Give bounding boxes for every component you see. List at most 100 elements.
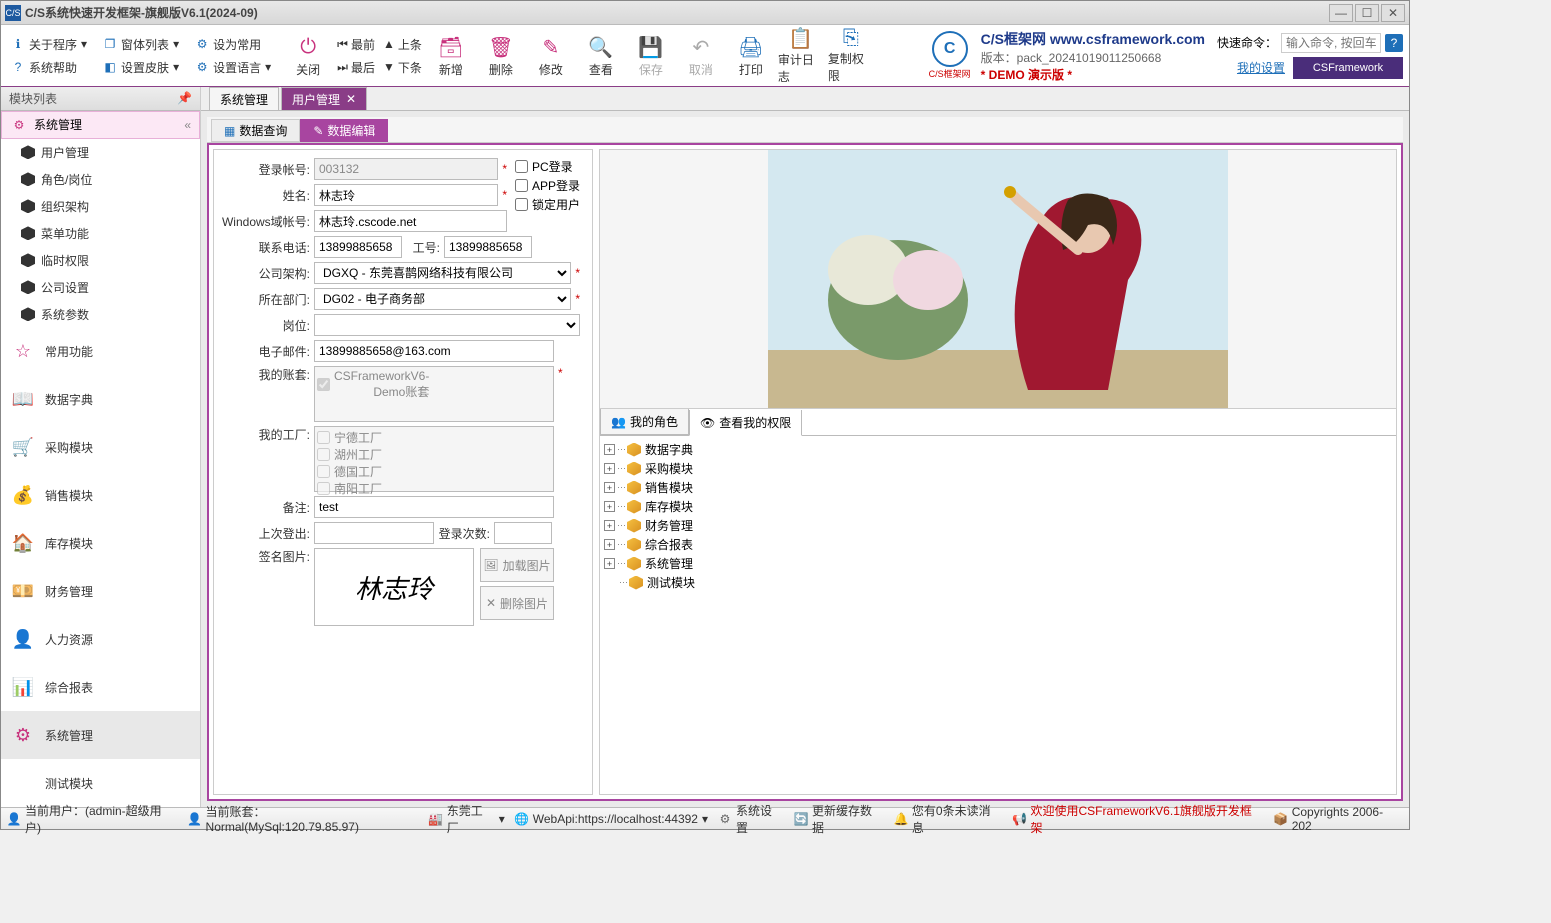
expand-icon[interactable]: + [604,463,615,474]
copyperm-button[interactable]: ⎘复制权限 [826,28,876,84]
nav-last[interactable]: ⏭最后 [337,59,375,76]
nav-icon: 💰 [9,481,37,509]
setlang-menu[interactable]: ⚙设置语言 ▾ [191,57,275,78]
cmd-help-button[interactable]: ? [1385,34,1403,52]
tree-node[interactable]: +⋯销售模块 [604,478,1392,497]
close-window-button[interactable]: ✕ [1381,4,1405,22]
pc-login-checkbox[interactable]: PC登录 [515,158,580,175]
module-icon [629,576,643,590]
edit-button[interactable]: ✎修改 [526,28,576,84]
sidebar-nav-0[interactable]: ☆常用功能 [1,327,200,375]
sidebar-nav-4[interactable]: 🏠库存模块 [1,519,200,567]
db-del-icon: 🗑 [487,33,515,61]
sidebar-tree-item[interactable]: 公司设置 [1,274,200,301]
view-button[interactable]: 🔍查看 [576,28,626,84]
nav-icon: 👤 [9,625,37,653]
remark-input[interactable] [314,496,554,518]
doc-tab-usermanage[interactable]: 用户管理✕ [281,87,367,110]
lastlogin-input[interactable] [314,522,434,544]
sidebar-nav-2[interactable]: 🛒采购模块 [1,423,200,471]
tree-node[interactable]: +⋯系统管理 [604,554,1392,573]
company-select[interactable]: DGXQ - 东莞喜鹊网络科技有限公司 [314,262,571,284]
expand-icon[interactable]: + [604,558,615,569]
expand-icon[interactable]: + [604,444,615,455]
sidebar-nav-9[interactable]: 测试模块 [1,759,200,807]
logincount-input[interactable] [494,522,552,544]
expand-icon[interactable]: + [604,520,615,531]
lock-user-checkbox[interactable]: 锁定用户 [515,196,580,213]
my-settings-link[interactable]: 我的设置 [1237,59,1285,76]
permission-tree[interactable]: +⋯数据字典+⋯采购模块+⋯销售模块+⋯库存模块+⋯财务管理+⋯综合报表+⋯系统… [600,435,1396,794]
save-button[interactable]: 💾保存 [626,28,676,84]
dept-select[interactable]: DG02 - 电子商务部 [314,288,571,310]
factory-listbox[interactable]: 宁德工厂湖州工厂德国工厂南阳工厂 [314,426,554,492]
sidebar-nav-6[interactable]: 👤人力资源 [1,615,200,663]
status-syssetting[interactable]: ⚙系统设置 [718,802,784,836]
expand-icon[interactable]: + [604,482,615,493]
quick-command-input[interactable] [1281,33,1381,53]
sidebar-tree-item[interactable]: 临时权限 [1,247,200,274]
doc-tab-sysmanage[interactable]: 系统管理 [209,87,279,110]
ledger-listbox[interactable]: CSFrameworkV6-Demo账套 [314,366,554,422]
sidebar-nav-7[interactable]: 📊综合报表 [1,663,200,711]
tree-node[interactable]: ⋯测试模块 [604,573,1392,592]
status-messages[interactable]: 🔔您有0条未读消息 [894,802,1003,836]
sidebar-group-sysmanage[interactable]: ⚙ 系统管理 « [1,111,200,139]
close-tab-icon[interactable]: ✕ [346,92,356,106]
sidebar-nav-8[interactable]: ⚙系统管理 [1,711,200,759]
tree-node[interactable]: +⋯数据字典 [604,440,1392,459]
setdefault-menu[interactable]: ⚙设为常用 [191,34,275,55]
windowlist-menu[interactable]: ❐窗体列表 ▾ [99,34,183,55]
sidebar-tree-item[interactable]: 用户管理 [1,139,200,166]
syshelp-menu[interactable]: ?系统帮助 [7,57,91,78]
load-image-button[interactable]: 🖼 加载图片 [480,548,554,582]
sidebar-tree-item[interactable]: 系统参数 [1,301,200,327]
tree-node[interactable]: +⋯综合报表 [604,535,1392,554]
app-login-checkbox[interactable]: APP登录 [515,177,580,194]
tree-node[interactable]: +⋯库存模块 [604,497,1392,516]
edit-tab-icon: ✎ [313,124,323,138]
permtab-myperms[interactable]: 👁查看我的权限 [689,410,802,436]
close-button[interactable]: ⏻关闭 [283,28,333,84]
sidebar-tree-item[interactable]: 组织架构 [1,193,200,220]
maximize-button[interactable]: ☐ [1355,4,1379,22]
name-input[interactable] [314,184,498,206]
account-input[interactable] [314,158,498,180]
delete-button[interactable]: 🗑删除 [476,28,526,84]
print-button[interactable]: 🖨打印 [726,28,776,84]
auditlog-button[interactable]: 📋审计日志 [776,28,826,84]
status-factory[interactable]: 🏭东莞工厂 ▾ [429,802,505,836]
factory-icon: 🏭 [429,812,443,826]
nav-icon [9,769,37,797]
add-button[interactable]: 🗃新增 [426,28,476,84]
sidebar-tree-item[interactable]: 菜单功能 [1,220,200,247]
cancel-button[interactable]: ↶取消 [676,28,726,84]
expand-icon[interactable]: + [604,539,615,550]
minimize-button[interactable]: — [1329,4,1353,22]
subtab-edit[interactable]: ✎数据编辑 [300,119,388,142]
nav-next[interactable]: ▼下条 [383,59,422,76]
tree-node[interactable]: +⋯采购模块 [604,459,1392,478]
tree-node[interactable]: +⋯财务管理 [604,516,1392,535]
subtab-query[interactable]: ▦数据查询 [211,119,300,142]
domain-input[interactable] [314,210,507,232]
permtab-myroles[interactable]: 👥我的角色 [600,409,689,435]
nav-first[interactable]: ⏮最前 [337,36,375,53]
nav-prev[interactable]: ▲上条 [383,36,422,53]
setskin-menu[interactable]: ◧设置皮肤 ▾ [99,57,183,78]
sidebar-nav-1[interactable]: 📖数据字典 [1,375,200,423]
post-select[interactable] [314,314,580,336]
sidebar-pin[interactable]: 📌 [177,91,192,105]
status-welcome: 📢欢迎使用CSFrameworkV6.1旗舰版开发框架 [1013,802,1264,836]
status-refresh[interactable]: 🔄更新缓存数据 [794,802,884,836]
expand-icon[interactable]: + [604,501,615,512]
phone-input[interactable] [314,236,402,258]
sidebar-nav-3[interactable]: 💰销售模块 [1,471,200,519]
sidebar-nav-5[interactable]: 💴财务管理 [1,567,200,615]
jobno-input[interactable] [444,236,532,258]
delete-image-button[interactable]: ✕ 删除图片 [480,586,554,620]
email-input[interactable] [314,340,554,362]
db-add-icon: 🗃 [437,33,465,61]
about-menu[interactable]: ℹ关于程序 ▾ [7,34,91,55]
sidebar-tree-item[interactable]: 角色/岗位 [1,166,200,193]
